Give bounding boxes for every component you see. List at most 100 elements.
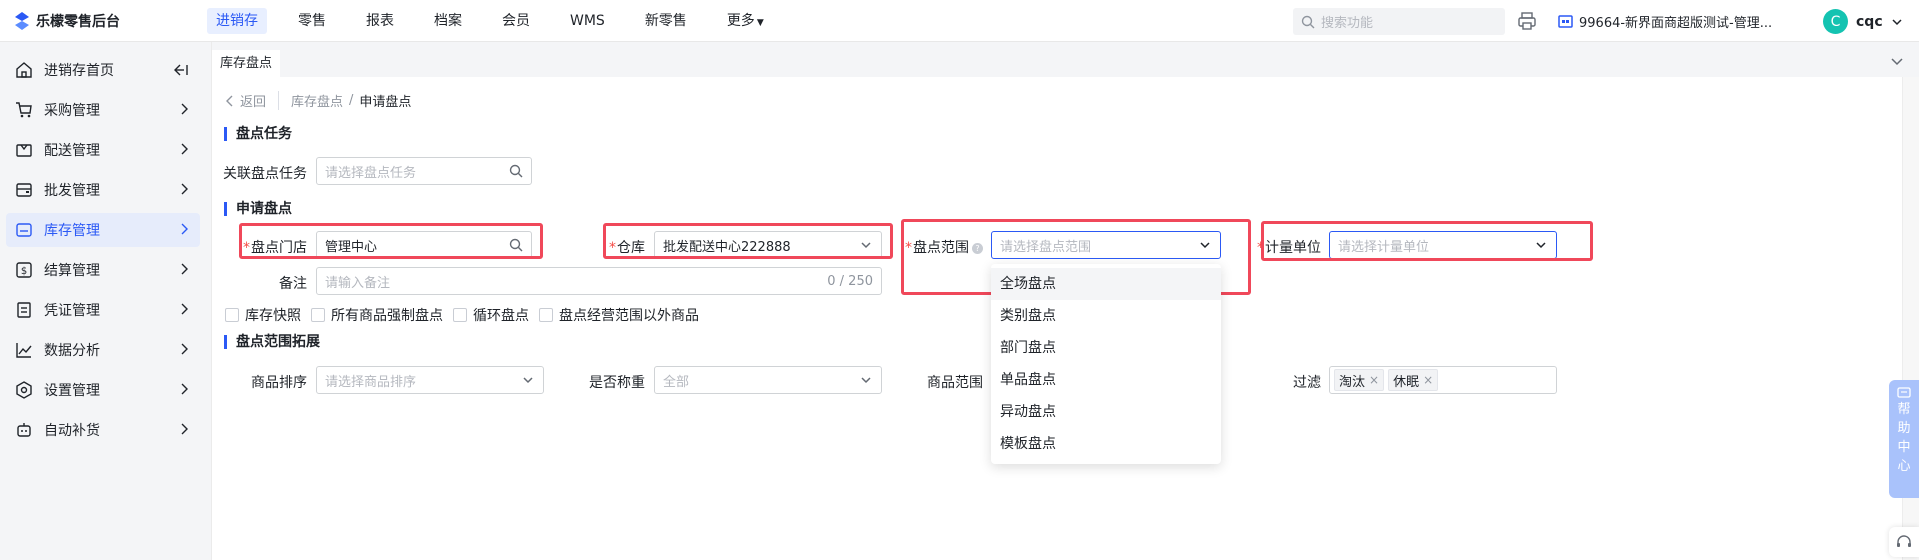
- app-logo[interactable]: 乐檬零售后台: [14, 11, 120, 31]
- nav-item-member[interactable]: 会员: [493, 8, 539, 34]
- voucher-icon: [14, 300, 34, 320]
- chevron-right-icon: [181, 143, 188, 155]
- section-title-task: 盘点任务: [224, 127, 292, 141]
- robot-icon: [14, 420, 34, 440]
- search-placeholder: 搜索功能: [1321, 16, 1374, 31]
- dollar-icon: $: [14, 260, 34, 280]
- close-icon[interactable]: ×: [1423, 373, 1433, 387]
- chevron-right-icon: [181, 303, 188, 315]
- chevron-right-icon: [181, 183, 188, 195]
- headset-icon: [1897, 535, 1911, 547]
- related-task-label: 关联盘点任务: [223, 166, 307, 182]
- checkbox-cycle-count[interactable]: 循环盘点: [453, 305, 529, 325]
- settings-icon: [14, 380, 34, 400]
- checkbox-out-of-scope[interactable]: 盘点经营范围以外商品: [539, 305, 699, 325]
- related-task-input[interactable]: 请选择盘点任务: [316, 157, 532, 185]
- sidebar-item-label: 进销存首页: [44, 63, 114, 79]
- box-icon: [14, 140, 34, 160]
- store-selector[interactable]: 99664-新界面商超版测试-管理...: [1558, 12, 1772, 31]
- sidebar-item-wholesale[interactable]: 批发管理: [6, 173, 200, 207]
- weigh-select[interactable]: 全部: [654, 366, 882, 394]
- sidebar-item-auto-replenish[interactable]: 自动补货: [6, 413, 200, 447]
- sidebar-item-analytics[interactable]: 数据分析: [6, 333, 200, 367]
- nav-item-reports[interactable]: 报表: [357, 8, 403, 34]
- user-menu[interactable]: C cqc: [1823, 9, 1903, 34]
- sidebar-item-inventory-home[interactable]: 进销存首页: [6, 53, 200, 87]
- sidebar-item-settlement[interactable]: $ 结算管理: [6, 253, 200, 287]
- message-icon: [1897, 387, 1911, 398]
- checkbox-label: 库存快照: [245, 308, 301, 324]
- chevron-right-icon: [181, 103, 188, 115]
- remark-placeholder: 请输入备注: [325, 275, 391, 291]
- checkbox-force-all[interactable]: 所有商品强制盘点: [311, 305, 443, 325]
- range-label: 商品范围: [927, 375, 983, 391]
- checkbox-box: [225, 308, 239, 322]
- tab-inventory-count[interactable]: 库存盘点: [212, 50, 281, 77]
- tab-strip: 库存盘点: [212, 42, 1919, 77]
- tag-label: 淘汰: [1339, 374, 1366, 390]
- chevron-right-icon: [181, 263, 188, 275]
- sidebar-item-inventory[interactable]: 库存管理: [6, 213, 200, 247]
- highlight-box-unit: [1261, 221, 1593, 261]
- back-label: 返回: [240, 95, 267, 110]
- svg-text:$: $: [21, 266, 27, 277]
- checkbox-stock-snapshot[interactable]: 库存快照: [225, 305, 301, 325]
- sidebar-item-purchase[interactable]: 采购管理: [6, 93, 200, 127]
- dropdown-option-department[interactable]: 部门盘点: [991, 332, 1221, 364]
- chevron-down-icon: [861, 377, 871, 384]
- checkbox-box: [453, 308, 467, 322]
- remark-input[interactable]: 请输入备注 0 / 250: [316, 267, 882, 295]
- customer-service-button[interactable]: [1889, 527, 1919, 557]
- help-center-button[interactable]: 帮 助 中 心: [1889, 380, 1919, 498]
- chevron-right-icon: [181, 383, 188, 395]
- sidebar-item-label: 采购管理: [44, 103, 100, 119]
- dropdown-option-anomaly[interactable]: 异动盘点: [991, 396, 1221, 428]
- help-char: 中: [1897, 440, 1911, 455]
- checkbox-label: 所有商品强制盘点: [331, 308, 443, 324]
- sidebar-item-distribution[interactable]: 配送管理: [6, 133, 200, 167]
- printer-icon[interactable]: [1517, 11, 1537, 31]
- chevron-down-icon[interactable]: [1889, 53, 1905, 69]
- search-icon: [1301, 15, 1315, 28]
- top-nav: 进销存 零售 报表 档案 会员 WMS 新零售 更多 ▼: [207, 8, 795, 34]
- close-icon[interactable]: ×: [1369, 373, 1379, 387]
- breadcrumb-parent[interactable]: 库存盘点: [291, 91, 343, 110]
- sidebar-item-label: 配送管理: [44, 143, 100, 159]
- store-name: 99664-新界面商超版测试-管理...: [1579, 16, 1773, 31]
- sort-select[interactable]: 请选择商品排序: [316, 366, 544, 394]
- sidebar-item-voucher[interactable]: 凭证管理: [6, 293, 200, 327]
- breadcrumb: 返回 库存盘点 / 申请盘点: [226, 91, 411, 110]
- nav-item-inventory[interactable]: 进销存: [207, 8, 267, 34]
- dropdown-option-single-item[interactable]: 单品盘点: [991, 364, 1221, 396]
- chevron-down-icon: [523, 377, 533, 384]
- avatar: C: [1823, 9, 1848, 34]
- filter-tag: 休眠 ×: [1388, 369, 1439, 391]
- collapse-sidebar-icon[interactable]: [174, 64, 188, 76]
- nav-item-retail[interactable]: 零售: [289, 8, 335, 34]
- highlight-box-warehouse: [603, 223, 893, 259]
- search-input[interactable]: 搜索功能: [1293, 8, 1505, 35]
- nav-item-archive[interactable]: 档案: [425, 8, 471, 34]
- nav-item-wms[interactable]: WMS: [561, 8, 614, 34]
- nav-item-more[interactable]: 更多 ▼: [718, 8, 773, 34]
- checkbox-box: [311, 308, 325, 322]
- checkbox-box: [539, 308, 553, 322]
- dropdown-option-category[interactable]: 类别盘点: [991, 300, 1221, 332]
- dropdown-option-template[interactable]: 模板盘点: [991, 428, 1221, 460]
- search-icon: [509, 164, 523, 178]
- sidebar-item-label: 数据分析: [44, 343, 100, 359]
- sidebar-item-label: 结算管理: [44, 263, 100, 279]
- home-icon: [14, 60, 34, 80]
- sort-placeholder: 请选择商品排序: [325, 374, 417, 390]
- weigh-label: 是否称重: [589, 375, 645, 391]
- wallet-icon: [14, 180, 34, 200]
- logo-icon: [15, 12, 29, 30]
- nav-item-new-retail[interactable]: 新零售: [636, 8, 696, 34]
- back-button[interactable]: 返回: [226, 91, 280, 110]
- chevron-left-icon: [226, 95, 233, 106]
- chevron-right-icon: [181, 343, 188, 355]
- filter-tags-input[interactable]: 淘汰 × 休眠 ×: [1329, 366, 1557, 394]
- sidebar-item-label: 库存管理: [44, 223, 100, 239]
- sidebar-item-settings[interactable]: 设置管理: [6, 373, 200, 407]
- dropdown-option-all[interactable]: 全场盘点: [991, 268, 1221, 300]
